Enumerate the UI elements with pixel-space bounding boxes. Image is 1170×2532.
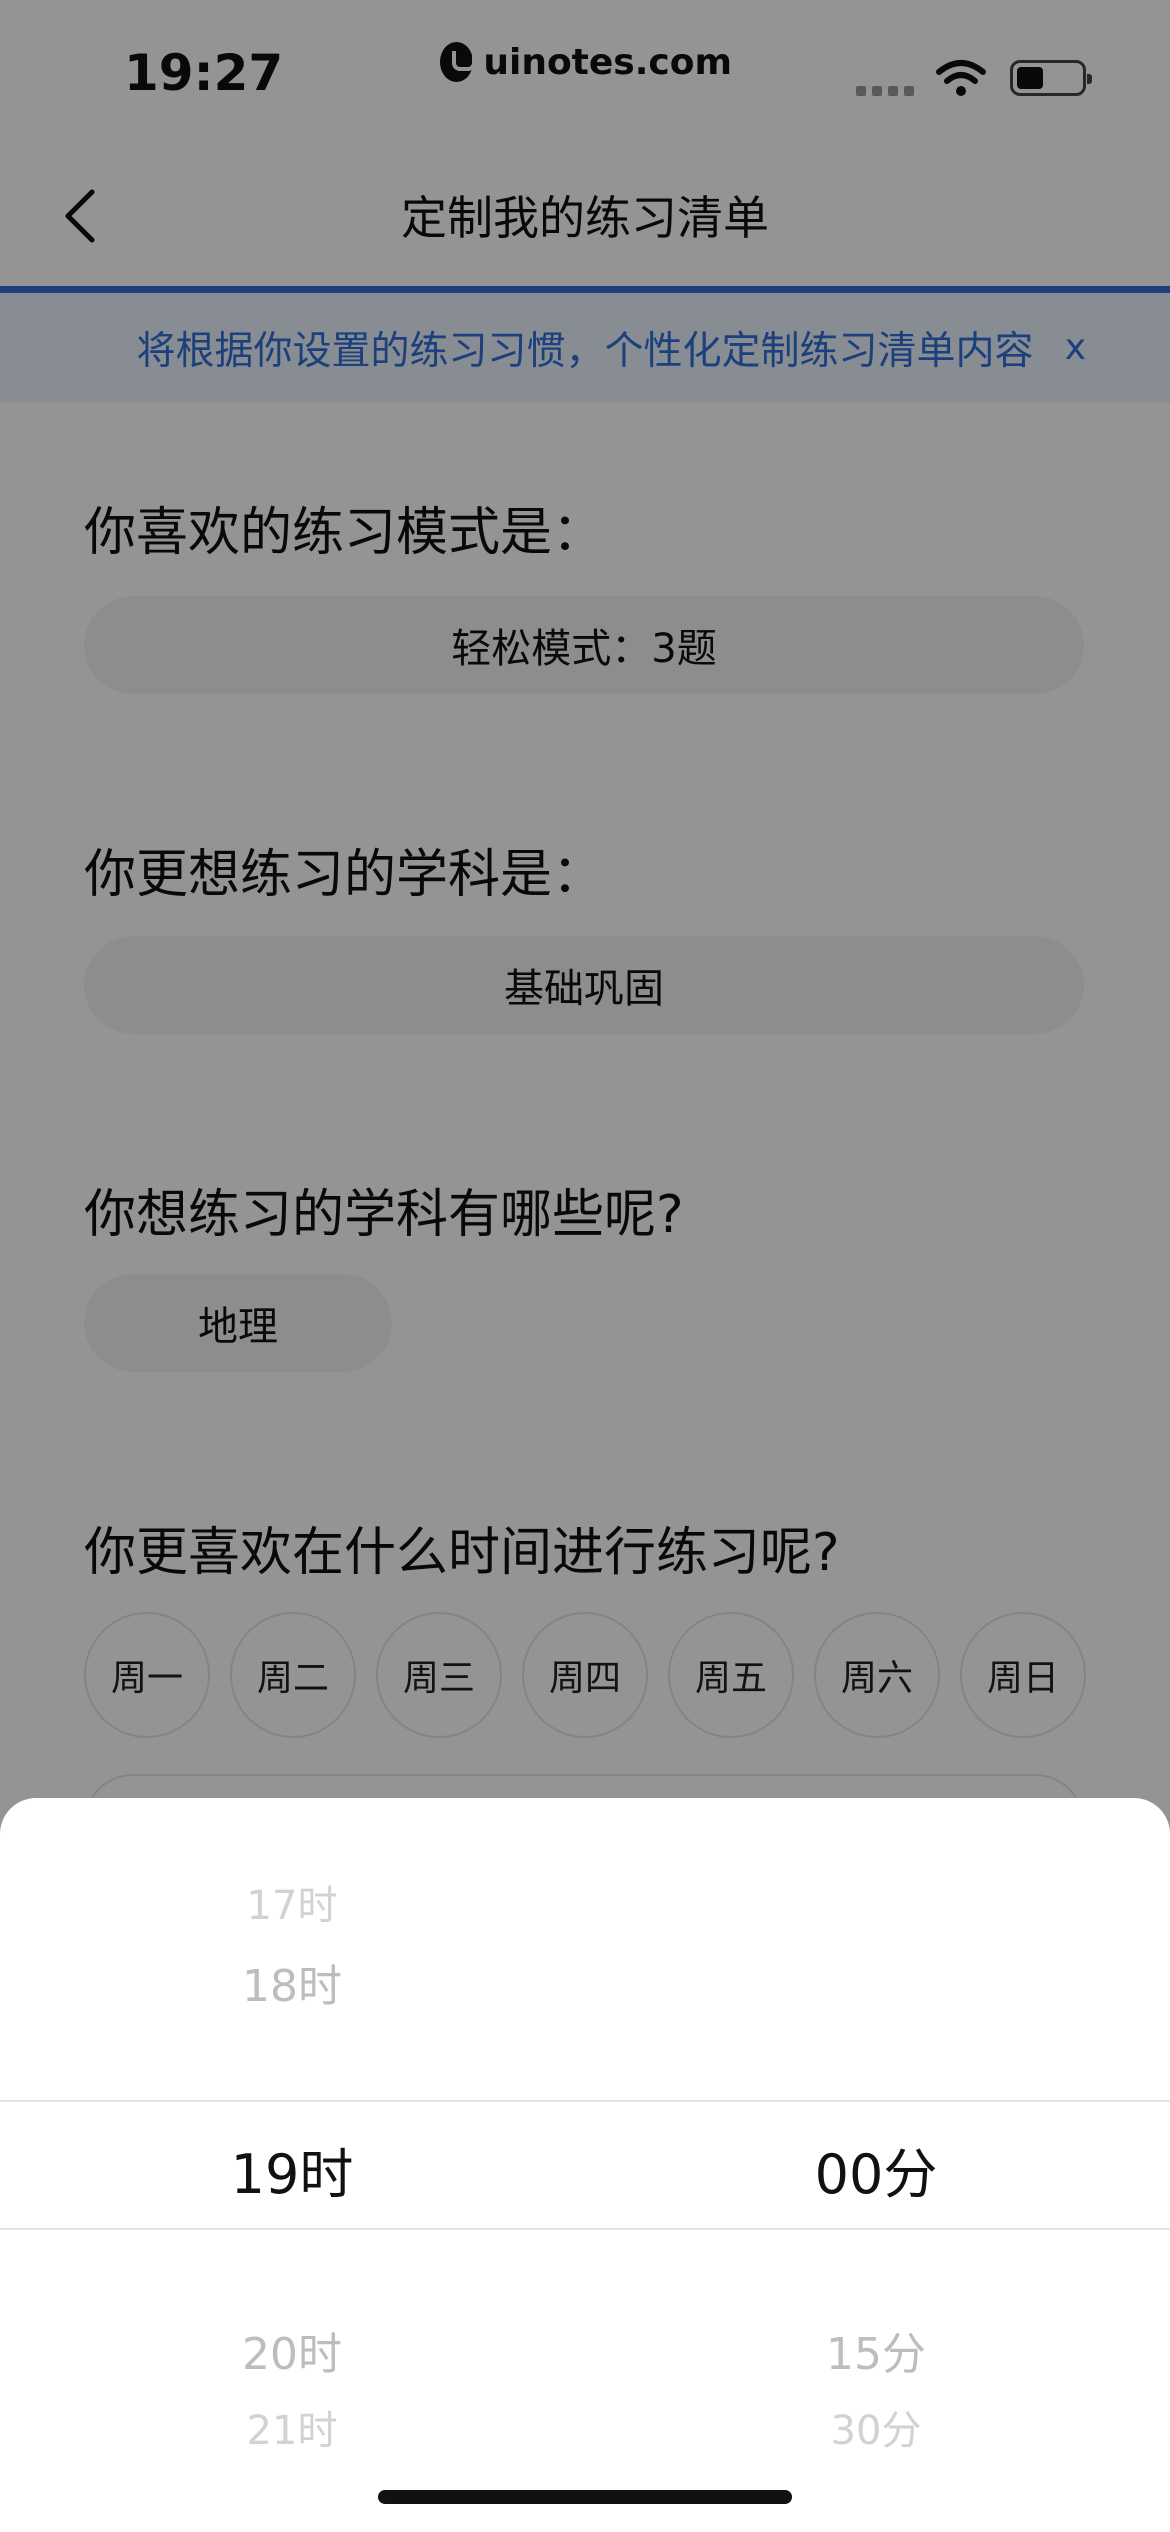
hour-option-19-selected[interactable]: 19时 (72, 2130, 512, 2209)
minute-option-30[interactable]: 30分 (656, 2398, 1096, 2456)
home-indicator[interactable] (378, 2490, 792, 2504)
minute-option-15[interactable]: 15分 (656, 2318, 1096, 2382)
picker-selection-top-line (0, 2100, 1170, 2102)
minute-option-00-selected[interactable]: 00分 (656, 2130, 1096, 2209)
hour-option-18[interactable]: 18时 (72, 1950, 512, 2014)
time-picker-sheet: 17时 18时 19时 20时 21时 00分 15分 30分 (0, 1798, 1170, 2532)
hour-option-20[interactable]: 20时 (72, 2318, 512, 2382)
picker-selection-bottom-line (0, 2228, 1170, 2230)
hour-option-21[interactable]: 21时 (72, 2398, 512, 2456)
hour-option-17[interactable]: 17时 (72, 1873, 512, 1931)
